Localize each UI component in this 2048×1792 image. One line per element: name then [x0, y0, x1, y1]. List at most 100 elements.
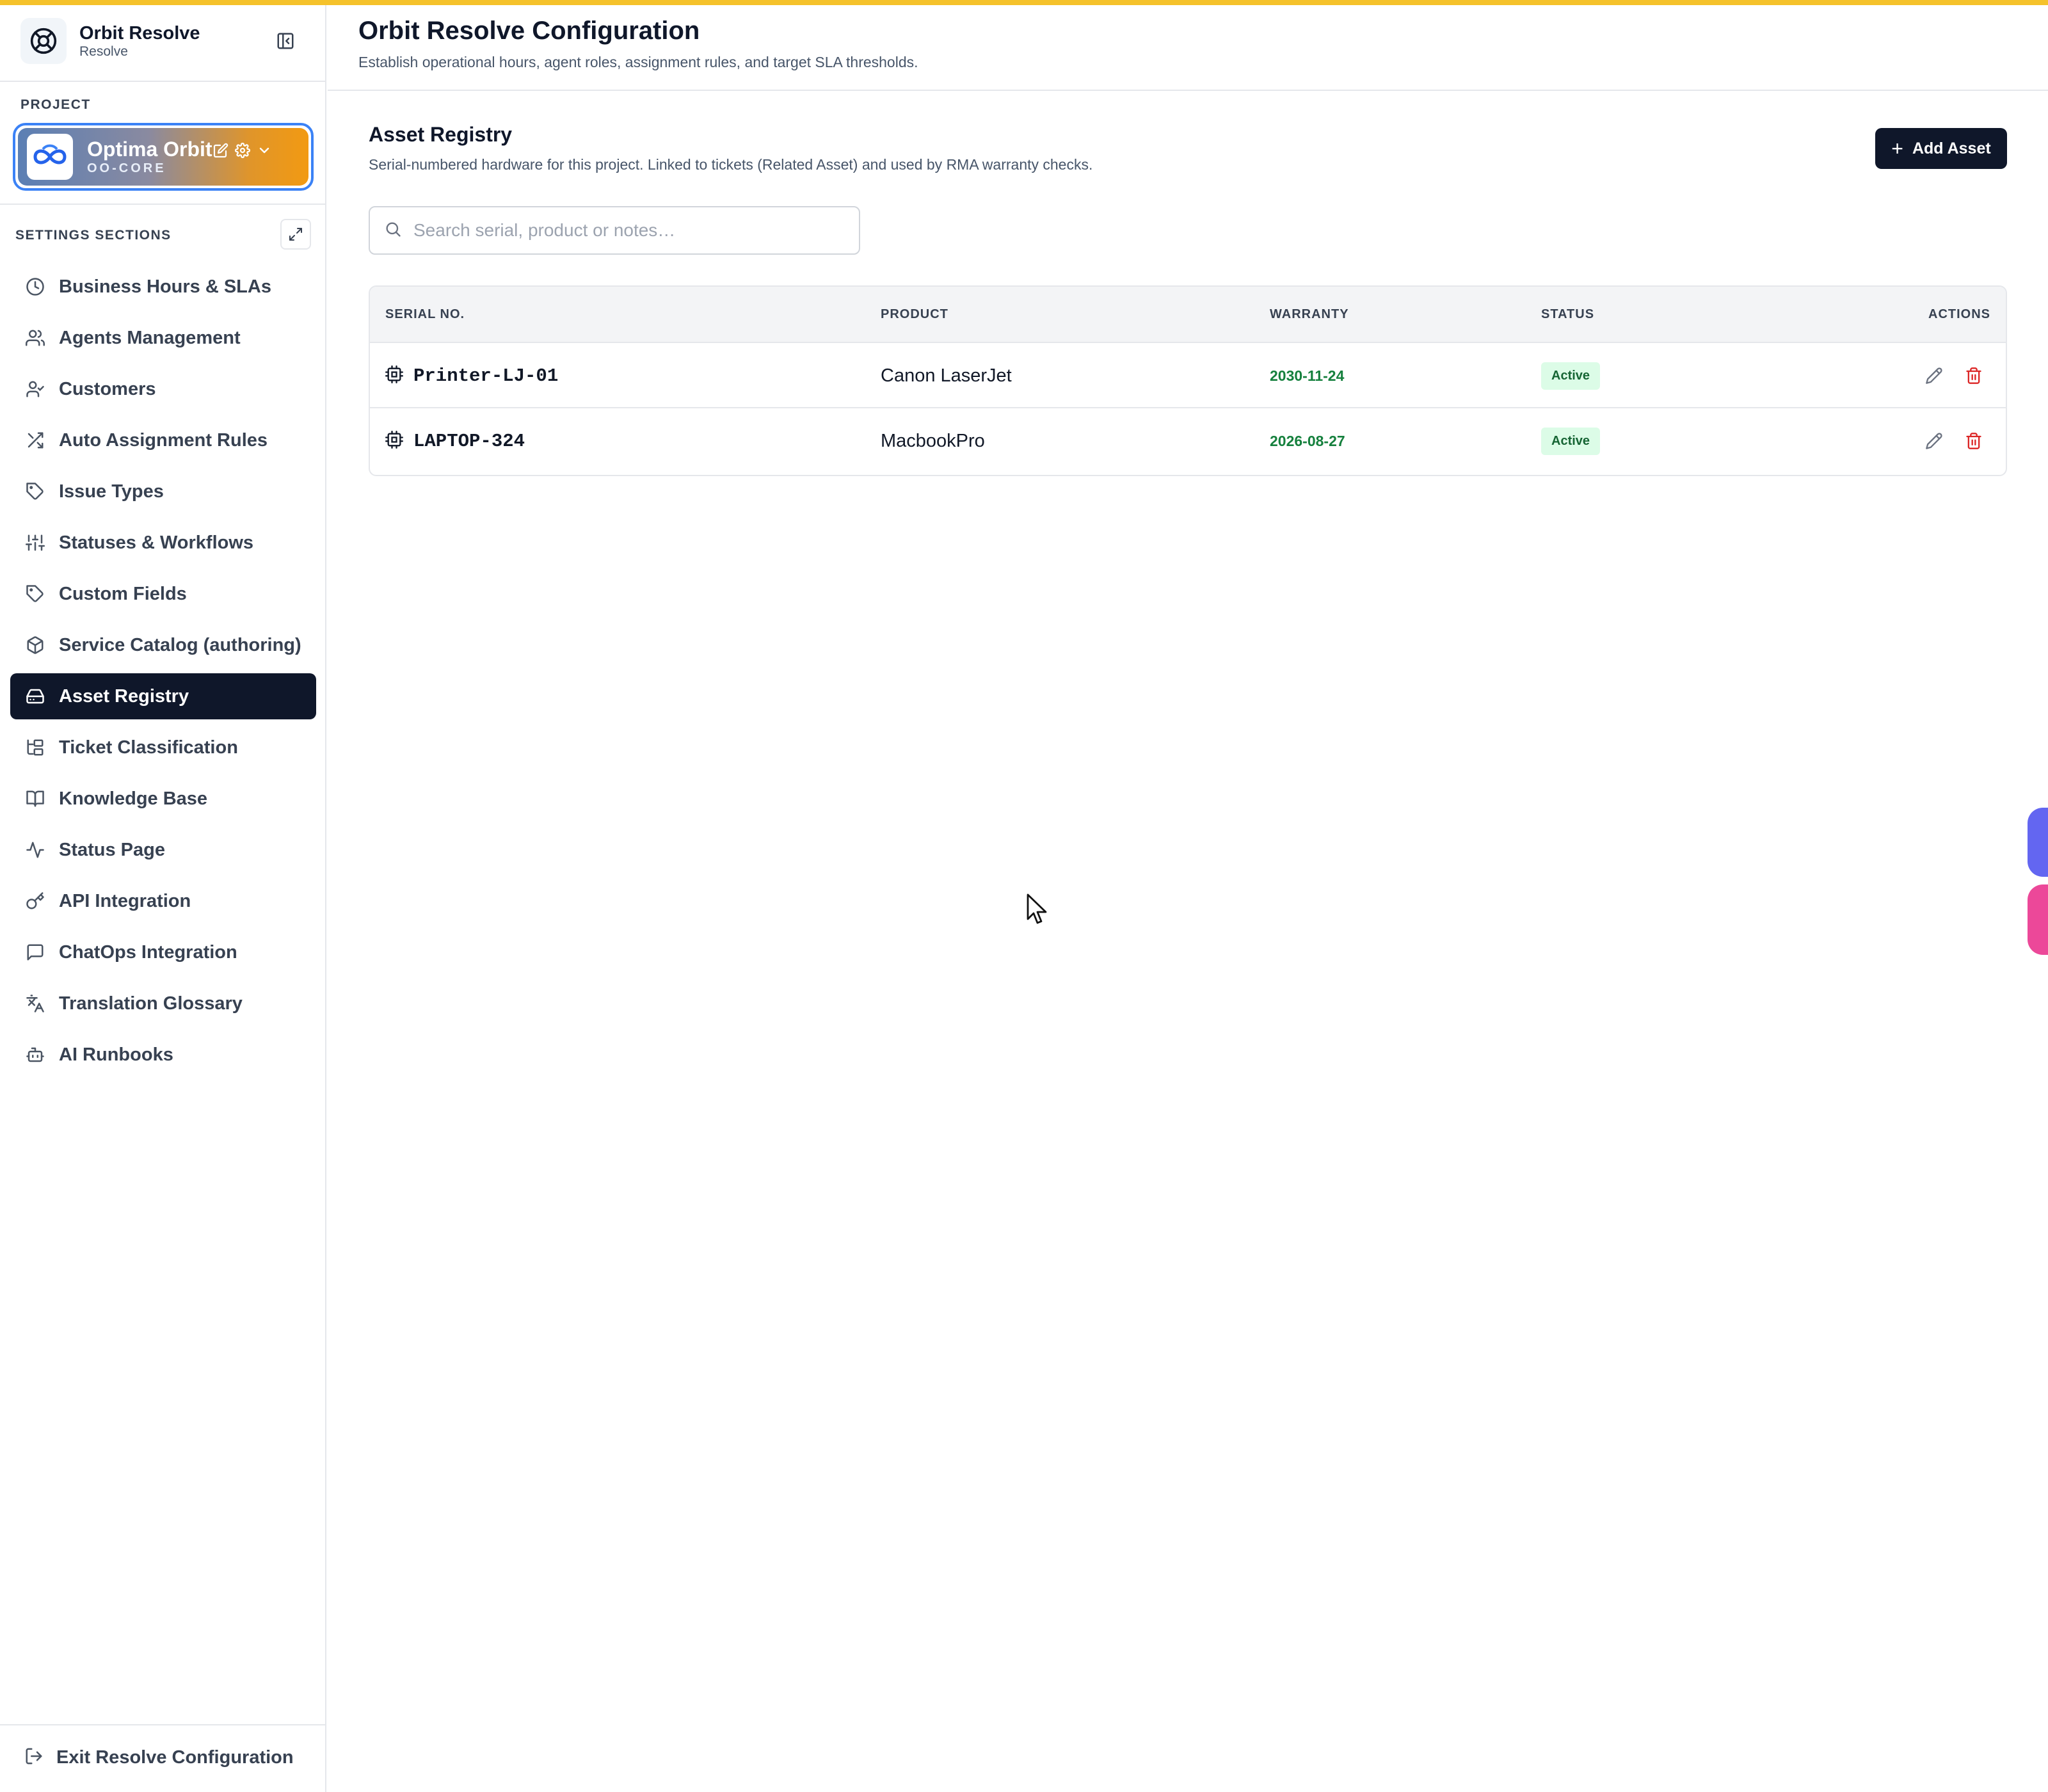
delete-trash-icon[interactable]: [1961, 363, 1987, 388]
add-asset-label: Add Asset: [1912, 139, 1991, 157]
sidebar-item-label: ChatOps Integration: [59, 941, 237, 963]
brand-name: Orbit Resolve: [79, 23, 200, 44]
table-header: SERIAL NO. PRODUCT WARRANTY STATUS ACTIO…: [370, 287, 2006, 343]
cpu-chip-icon: [385, 365, 403, 387]
serial-number: LAPTOP-324: [413, 430, 525, 452]
sidebar-item-auto-assignment[interactable]: Auto Assignment Rules: [10, 417, 316, 463]
search-input[interactable]: [413, 220, 849, 241]
page-subtitle: Establish operational hours, agent roles…: [358, 54, 918, 70]
sidebar-item-customers[interactable]: Customers: [10, 366, 316, 412]
exit-configuration-button[interactable]: Exit Resolve Configuration: [10, 1737, 294, 1778]
project-switcher[interactable]: Optima Orbit OO-CORE: [13, 123, 314, 191]
sidebar-item-service-catalog[interactable]: Service Catalog (authoring): [10, 622, 316, 668]
table-row[interactable]: LAPTOP-324 MacbookPro 2026-08-27 Active: [370, 408, 2006, 474]
sidebar-item-label: Status Page: [59, 839, 165, 860]
add-asset-button[interactable]: + Add Asset: [1875, 128, 2007, 169]
page-header: Orbit Resolve Configuration Establish op…: [328, 5, 2048, 91]
sidebar-item-label: Translation Glossary: [59, 993, 243, 1014]
book-open-icon: [24, 788, 46, 810]
key-icon: [24, 890, 46, 912]
page-title: Orbit Resolve Configuration: [358, 17, 700, 45]
column-header-serial[interactable]: SERIAL NO.: [385, 307, 465, 322]
sidebar-item-agents[interactable]: Agents Management: [10, 315, 316, 361]
bot-icon: [24, 1044, 46, 1066]
divider: [0, 81, 326, 82]
sidebar-item-custom-fields[interactable]: Custom Fields: [10, 571, 316, 617]
folder-tree-icon: [24, 737, 46, 758]
sidebar-item-label: Custom Fields: [59, 583, 187, 604]
plus-icon: +: [1891, 137, 1903, 160]
message-square-icon: [24, 941, 46, 963]
user-check-icon: [24, 378, 46, 400]
sidebar-item-business-hours[interactable]: Business Hours & SLAs: [10, 264, 316, 310]
sidebar-item-statuses[interactable]: Statuses & Workflows: [10, 520, 316, 566]
search-box: [369, 206, 860, 255]
sidebar-item-label: Issue Types: [59, 481, 164, 502]
sidebar-item-label: API Integration: [59, 890, 191, 911]
sidebar-item-label: AI Runbooks: [59, 1044, 173, 1065]
top-accent-bar: [0, 0, 2048, 5]
sidebar-item-label: Customers: [59, 378, 156, 399]
column-header-warranty[interactable]: WARRANTY: [1270, 307, 1349, 322]
table-row[interactable]: Printer-LJ-01 Canon LaserJet 2030-11-24 …: [370, 343, 2006, 408]
package-icon: [24, 634, 46, 656]
sidebar-collapse-button[interactable]: [270, 28, 301, 54]
log-out-icon: [24, 1747, 44, 1769]
expand-sections-button[interactable]: [280, 219, 311, 250]
divider: [0, 204, 326, 205]
project-label: PROJECT: [20, 97, 91, 112]
column-header-actions: ACTIONS: [1928, 307, 1990, 321]
delete-trash-icon[interactable]: [1961, 428, 1987, 454]
serial-number: Printer-LJ-01: [413, 365, 559, 387]
edit-pencil-icon[interactable]: [1921, 428, 1947, 454]
floating-widget-button[interactable]: [2028, 884, 2048, 955]
edit-project-icon[interactable]: [212, 142, 229, 159]
status-badge: Active: [1541, 427, 1601, 455]
project-logo-icon: [27, 134, 73, 180]
exit-label: Exit Resolve Configuration: [56, 1747, 294, 1768]
sidebar-item-ticket-classification[interactable]: Ticket Classification: [10, 724, 316, 771]
sidebar-item-label: Auto Assignment Rules: [59, 429, 268, 451]
chevron-down-icon[interactable]: [256, 142, 273, 159]
floating-widget-button[interactable]: [2028, 808, 2048, 877]
project-settings-gear-icon[interactable]: [234, 142, 251, 159]
divider: [0, 1724, 326, 1725]
sidebar-item-asset-registry[interactable]: Asset Registry: [10, 673, 316, 719]
settings-nav: Business Hours & SLAs Agents Management …: [10, 264, 316, 1083]
search-icon: [384, 220, 402, 241]
sidebar-item-chatops[interactable]: ChatOps Integration: [10, 929, 316, 975]
column-header-product[interactable]: PRODUCT: [881, 307, 948, 322]
mouse-cursor-icon: [1027, 893, 1047, 924]
tag-icon: [24, 481, 46, 502]
asset-table: SERIAL NO. PRODUCT WARRANTY STATUS ACTIO…: [369, 285, 2007, 476]
activity-icon: [24, 839, 46, 861]
section-description: Serial-numbered hardware for this projec…: [369, 156, 1093, 173]
sidebar-item-label: Service Catalog (authoring): [59, 634, 301, 655]
cpu-chip-icon: [385, 430, 403, 452]
sidebar-item-ai-runbooks[interactable]: AI Runbooks: [10, 1032, 316, 1078]
lifebuoy-icon: [20, 18, 67, 64]
section-title: Asset Registry: [369, 123, 513, 146]
users-icon: [24, 327, 46, 349]
sidebar-item-api-integration[interactable]: API Integration: [10, 878, 316, 924]
clock-icon: [24, 276, 46, 298]
sidebar-item-label: Knowledge Base: [59, 788, 208, 809]
status-badge: Active: [1541, 362, 1601, 390]
languages-icon: [24, 993, 46, 1014]
main-content: Orbit Resolve Configuration Establish op…: [328, 0, 2048, 1792]
warranty-date: 2026-08-27: [1270, 432, 1345, 449]
edit-pencil-icon[interactable]: [1921, 363, 1947, 388]
column-header-status[interactable]: STATUS: [1541, 307, 1594, 322]
sidebar-item-translation-glossary[interactable]: Translation Glossary: [10, 980, 316, 1027]
sidebar-item-label: Statuses & Workflows: [59, 532, 254, 553]
project-code: OO-CORE: [87, 161, 166, 175]
hard-drive-icon: [24, 685, 46, 707]
sidebar-item-issue-types[interactable]: Issue Types: [10, 468, 316, 515]
sidebar-item-label: Business Hours & SLAs: [59, 276, 271, 297]
sidebar-item-knowledge-base[interactable]: Knowledge Base: [10, 776, 316, 822]
sidebar-item-label: Asset Registry: [59, 685, 189, 707]
maximize-icon: [289, 228, 302, 241]
sidebar-item-status-page[interactable]: Status Page: [10, 827, 316, 873]
tag-icon: [24, 583, 46, 605]
brand-subtitle: Resolve: [79, 44, 128, 59]
